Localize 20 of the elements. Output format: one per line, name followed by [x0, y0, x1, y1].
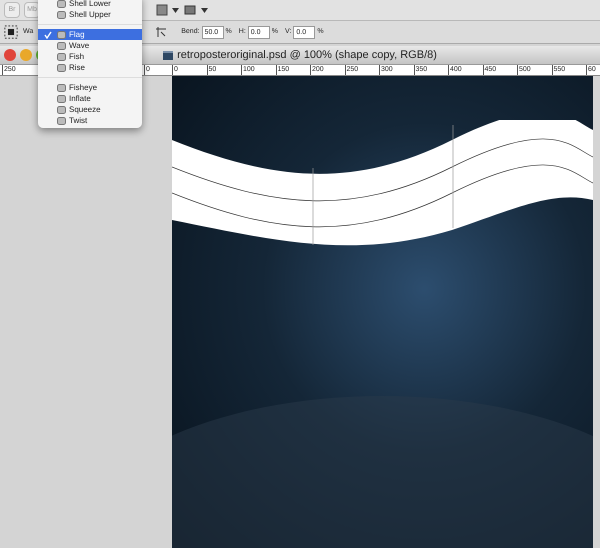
menu-item[interactable]: Fisheye: [38, 82, 142, 93]
warp-grid-icon[interactable]: [4, 25, 18, 39]
menu-item[interactable]: Shell Lower: [38, 0, 142, 9]
caret-icon: [201, 8, 208, 12]
menu-item[interactable]: Rise: [38, 62, 142, 73]
screen-mode-icon[interactable]: [183, 4, 197, 16]
close-button[interactable]: [4, 49, 16, 61]
layout-icon[interactable]: [156, 4, 168, 16]
menu-item[interactable]: Squeeze: [38, 104, 142, 115]
document-title: retroposteroriginal.psd @ 100% (shape copy, RGB/8): [177, 48, 437, 63]
menu-item[interactable]: Twist: [38, 115, 142, 126]
menu-item[interactable]: Shell Upper: [38, 9, 142, 20]
checkmark-icon: [44, 30, 52, 38]
orientation-icon[interactable]: [155, 26, 168, 38]
caret-icon: [172, 8, 179, 12]
menu-item[interactable]: Fish: [38, 51, 142, 62]
document-icon: [163, 50, 174, 60]
menu-item[interactable]: Wave: [38, 40, 142, 51]
menu-item[interactable]: Flag: [38, 29, 142, 40]
menu-item[interactable]: Inflate: [38, 93, 142, 104]
